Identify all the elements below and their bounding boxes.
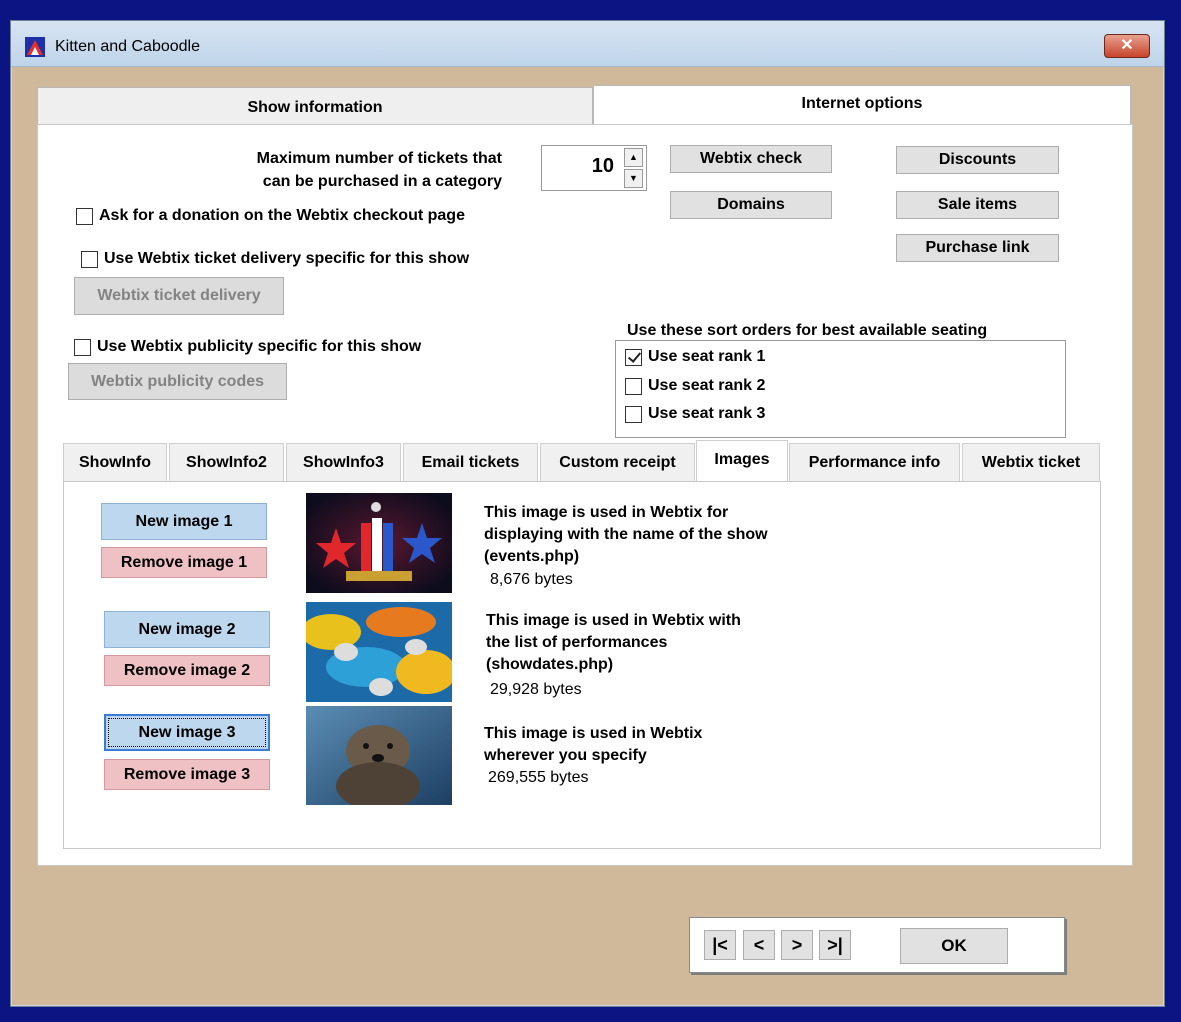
seat-rank-3-label: Use seat rank 3 (648, 405, 766, 422)
new-image-3-button[interactable]: New image 3 (104, 714, 270, 751)
webtix-ticket-delivery-button[interactable]: Webtix ticket delivery (74, 277, 284, 315)
close-icon: ✕ (1120, 37, 1134, 54)
app-logo-icon (25, 37, 45, 57)
seat-rank-2-checkbox[interactable] (625, 377, 642, 395)
seat-rank-option-1[interactable]: Use seat rank 1 (625, 348, 765, 366)
max-tickets-value: 10 (591, 155, 614, 177)
donation-label: Ask for a donation on the Webtix checkou… (99, 207, 465, 224)
seat-rank-1-checkbox[interactable] (625, 348, 642, 366)
new-image-1-button[interactable]: New image 1 (101, 503, 267, 540)
delivery-option[interactable]: Use Webtix ticket delivery specific for … (81, 250, 469, 268)
seat-rank-3-checkbox[interactable] (625, 405, 642, 423)
delivery-checkbox-label: Use Webtix ticket delivery specific for … (104, 250, 470, 267)
domains-button[interactable]: Domains (670, 191, 832, 219)
new-image-2-button[interactable]: New image 2 (104, 611, 270, 648)
previous-record-button[interactable]: < (743, 930, 775, 960)
subtab-custom-receipt[interactable]: Custom receipt (540, 443, 695, 481)
publicity-option[interactable]: Use Webtix publicity specific for this s… (74, 338, 421, 356)
seat-rank-1-label: Use seat rank 1 (648, 348, 766, 365)
seat-rank-option-3[interactable]: Use seat rank 3 (625, 405, 765, 423)
webtix-check-button[interactable]: Webtix check (670, 145, 832, 173)
purchase-link-button[interactable]: Purchase link (896, 234, 1059, 262)
remove-image-3-button[interactable]: Remove image 3 (104, 759, 270, 790)
image-3-description: This image is used in Webtix wherever you… (484, 725, 703, 764)
image-2-description: This image is used in Webtix with the lis… (486, 612, 741, 673)
subtab-showinfo3[interactable]: ShowInfo3 (286, 443, 401, 481)
image-3-size: 269,555 bytes (488, 769, 589, 786)
publicity-checkbox-label: Use Webtix publicity specific for this s… (97, 338, 422, 355)
seat-rank-group: Use seat rank 1 Use seat rank 2 Use seat… (615, 340, 1066, 438)
stepper-down-icon[interactable]: ▼ (624, 169, 643, 188)
seat-rank-2-label: Use seat rank 2 (648, 377, 766, 394)
sale-items-button[interactable]: Sale items (896, 191, 1059, 219)
tab-internet-options[interactable]: Internet options (593, 85, 1131, 125)
max-tickets-label: Maximum number of tickets that can be pu… (256, 150, 502, 190)
remove-image-2-button[interactable]: Remove image 2 (104, 655, 270, 686)
app-window: Kitten and Caboodle ✕ Show information I… (10, 20, 1165, 1007)
first-record-button[interactable]: |< (704, 930, 736, 960)
remove-image-1-button[interactable]: Remove image 1 (101, 547, 267, 578)
show-image-2 (306, 602, 452, 702)
image-2-size: 29,928 bytes (490, 681, 582, 698)
subtab-webtix-ticket[interactable]: Webtix ticket (962, 443, 1100, 481)
record-navigation: |< < > >| OK (689, 917, 1065, 973)
internet-options-panel: Maximum number of tickets that can be pu… (37, 124, 1133, 866)
subtab-performance-info[interactable]: Performance info (789, 443, 960, 481)
delivery-checkbox[interactable] (81, 250, 98, 268)
subtab-images[interactable]: Images (696, 440, 788, 483)
sort-orders-heading: Use these sort orders for best available… (627, 322, 988, 339)
discounts-button[interactable]: Discounts (896, 146, 1059, 174)
webtix-publicity-codes-button[interactable]: Webtix publicity codes (68, 363, 287, 400)
tab-show-information[interactable]: Show information (37, 87, 593, 125)
title-bar: Kitten and Caboodle ✕ (11, 21, 1164, 67)
subtab-email-tickets[interactable]: Email tickets (403, 443, 538, 481)
last-record-button[interactable]: >| (819, 930, 851, 960)
stepper-up-icon[interactable]: ▲ (624, 148, 643, 167)
images-subpanel: New image 1 Remove image 1 This image is… (63, 481, 1101, 849)
image-1-description: This image is used in Webtix for displayi… (484, 504, 768, 565)
subtab-showinfo[interactable]: ShowInfo (63, 443, 167, 481)
max-tickets-stepper[interactable]: 10 ▲ ▼ (541, 145, 647, 191)
seat-rank-option-2[interactable]: Use seat rank 2 (625, 377, 765, 395)
close-button[interactable]: ✕ (1104, 34, 1150, 58)
donation-checkbox[interactable] (76, 207, 93, 225)
show-image-1 (306, 493, 452, 593)
publicity-checkbox[interactable] (74, 338, 91, 356)
next-record-button[interactable]: > (781, 930, 813, 960)
subtab-showinfo2[interactable]: ShowInfo2 (169, 443, 284, 481)
image-1-size: 8,676 bytes (490, 571, 573, 588)
donation-option[interactable]: Ask for a donation on the Webtix checkou… (76, 207, 465, 225)
window-title: Kitten and Caboodle (55, 38, 200, 55)
show-image-3 (306, 706, 452, 805)
ok-button[interactable]: OK (900, 928, 1008, 964)
